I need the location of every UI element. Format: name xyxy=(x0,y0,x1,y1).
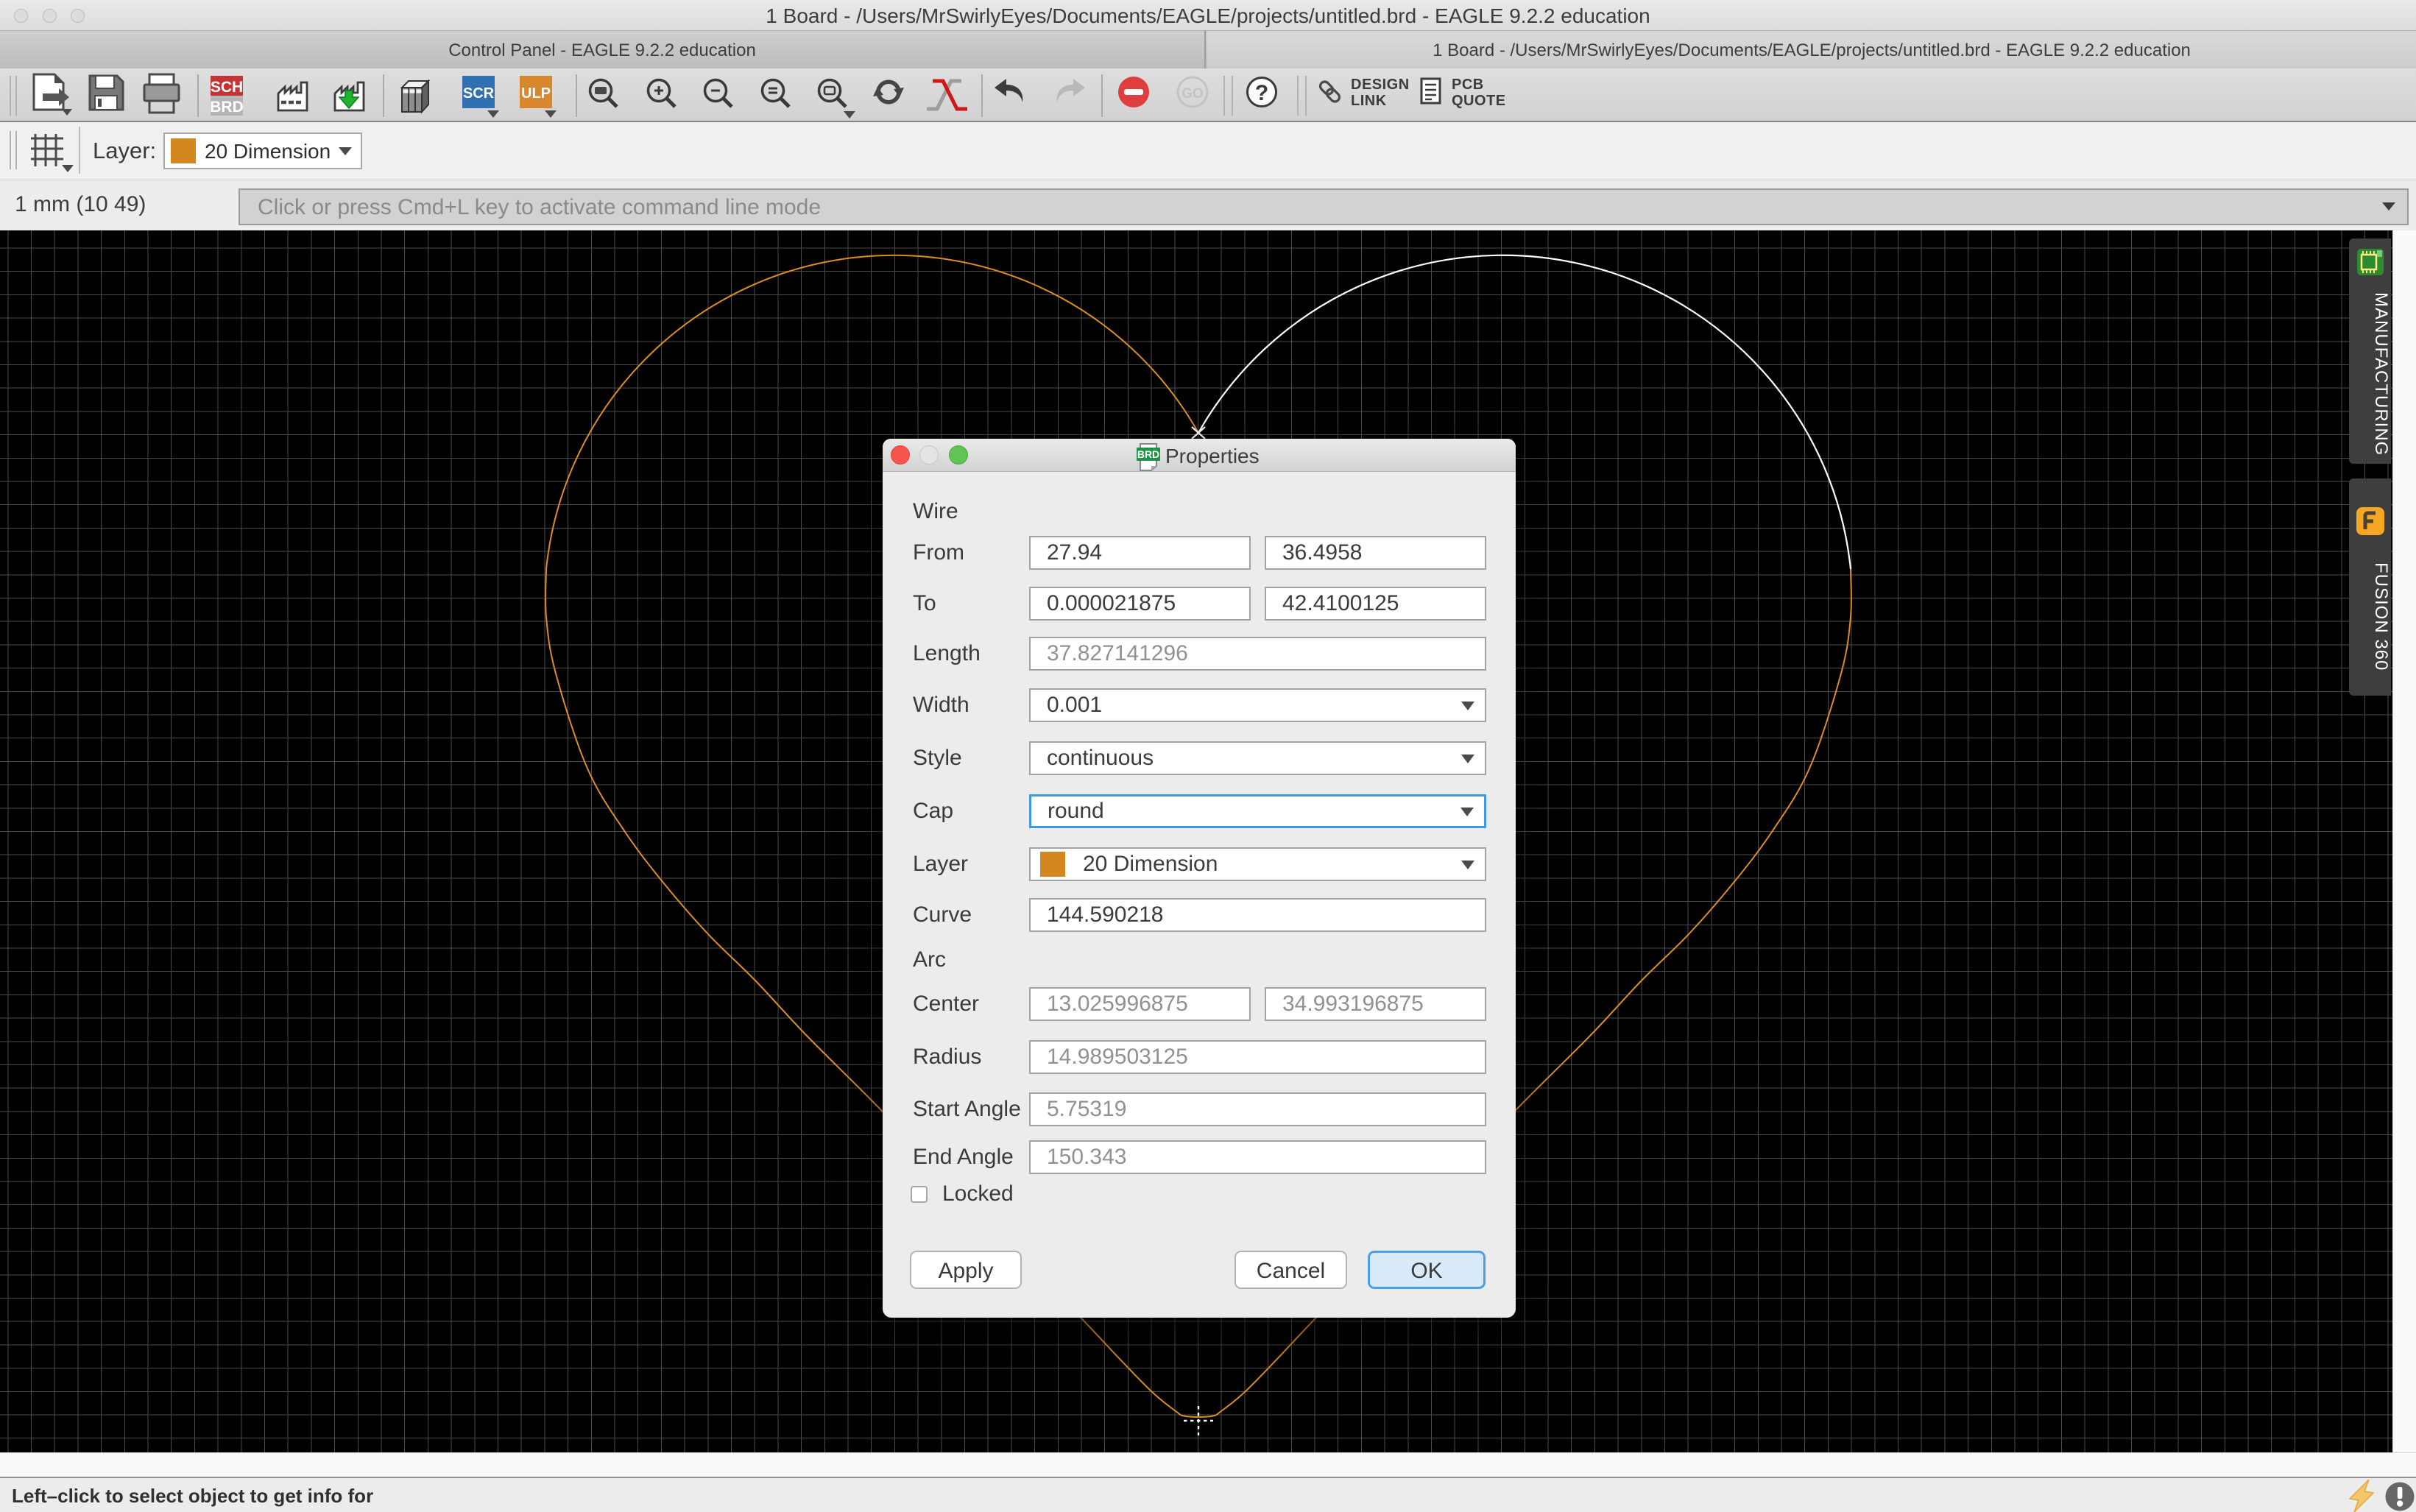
svg-text:BRD: BRD xyxy=(1137,448,1159,460)
